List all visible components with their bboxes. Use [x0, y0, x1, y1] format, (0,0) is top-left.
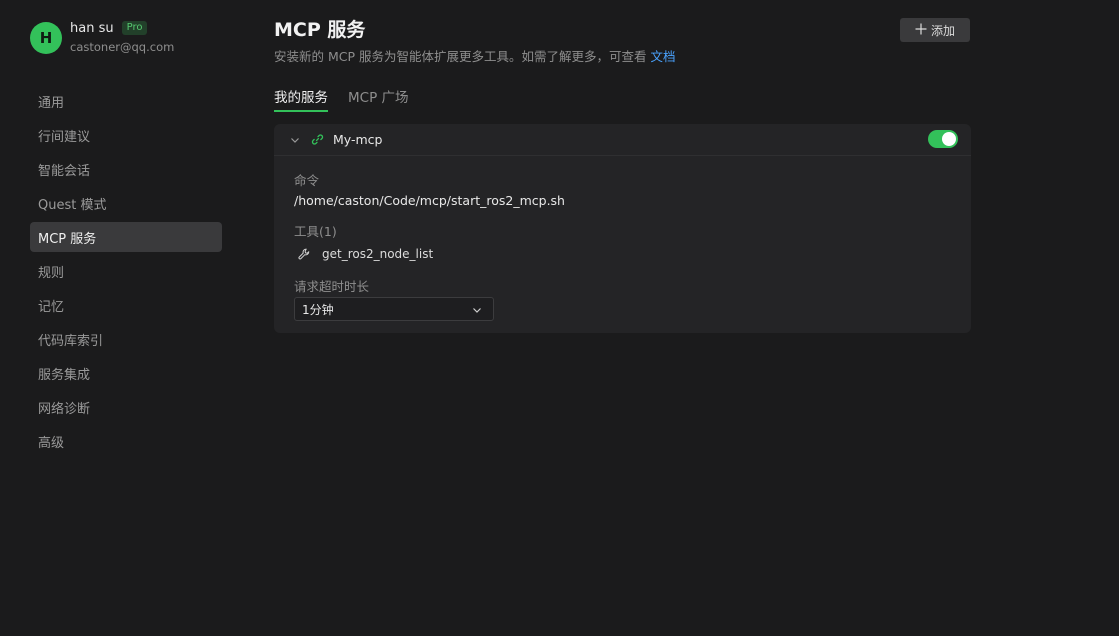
sidebar-item-quest-mode[interactable]: Quest 模式	[30, 188, 222, 218]
add-button-label: 添加	[930, 23, 955, 38]
wrench-icon	[298, 248, 310, 259]
docs-link[interactable]: 文档	[650, 49, 675, 64]
user-profile[interactable]: H han su Pro castoner@qq.com	[30, 20, 174, 54]
avatar[interactable]: H	[30, 22, 62, 54]
link-icon	[311, 134, 324, 145]
username: han su	[70, 20, 114, 36]
server-name: My-mcp	[333, 132, 383, 147]
tab-mcp-marketplace[interactable]: MCP 广场	[348, 86, 409, 112]
user-email: castoner@qq.com	[70, 40, 175, 54]
timeout-select[interactable]: 1分钟	[294, 297, 494, 321]
sidebar-item-smart-chat[interactable]: 智能会话	[30, 154, 222, 184]
tabs: 我的服务 MCP 广场	[274, 86, 429, 112]
page-title: MCP 服务	[274, 19, 366, 41]
tool-name: get_ros2_node_list	[322, 247, 434, 261]
tool-item: get_ros2_node_list	[298, 247, 433, 261]
toggle-knob	[942, 132, 956, 146]
tab-my-services[interactable]: 我的服务	[274, 86, 328, 112]
chevron-down-icon	[473, 308, 481, 313]
chevron-down-icon[interactable]	[289, 134, 301, 146]
sidebar-item-mcp-service[interactable]: MCP 服务	[30, 222, 222, 252]
timeout-label: 请求超时时长	[294, 279, 370, 294]
pro-badge: Pro	[121, 21, 148, 35]
tools-label: 工具(1)	[294, 224, 337, 239]
timeout-select-value: 1分钟	[302, 302, 334, 317]
description-text: 安装新的 MCP 服务为智能体扩展更多工具。如需了解更多，可查看	[274, 49, 647, 64]
sidebar-item-rules[interactable]: 规则	[30, 256, 222, 286]
page-description: 安装新的 MCP 服务为智能体扩展更多工具。如需了解更多，可查看 文档	[274, 46, 676, 65]
profile-text: han su Pro castoner@qq.com	[70, 20, 175, 55]
sidebar-item-codebase-index[interactable]: 代码库索引	[30, 324, 222, 354]
mcp-server-card: My-mcp 命令 /home/caston/Code/mcp/start_ro…	[274, 124, 971, 333]
server-card-header[interactable]: My-mcp	[274, 124, 971, 156]
sidebar-item-network-diagnostics[interactable]: 网络诊断	[30, 392, 222, 422]
settings-nav: 通用 行间建议 智能会话 Quest 模式 MCP 服务 规则 记忆 代码库索引…	[30, 86, 222, 460]
command-label: 命令	[294, 173, 320, 188]
name-row: han su Pro	[70, 20, 174, 36]
sidebar: H han su Pro castoner@qq.com 通用 行间建议 智能会…	[0, 0, 240, 636]
add-button[interactable]: 添加	[900, 18, 970, 42]
sidebar-item-memory[interactable]: 记忆	[30, 290, 222, 320]
sidebar-item-advanced[interactable]: 高级	[30, 426, 222, 456]
command-value: /home/caston/Code/mcp/start_ros2_mcp.sh	[294, 193, 565, 208]
server-enabled-toggle[interactable]	[928, 130, 958, 148]
plus-icon	[915, 22, 927, 38]
sidebar-item-integrations[interactable]: 服务集成	[30, 358, 222, 388]
sidebar-item-general[interactable]: 通用	[30, 86, 222, 116]
sidebar-item-inline-suggestions[interactable]: 行间建议	[30, 120, 222, 150]
